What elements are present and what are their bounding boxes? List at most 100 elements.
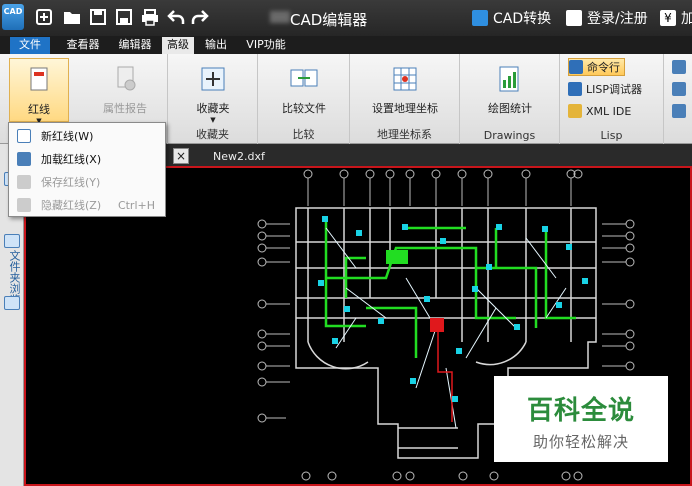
cad-convert-label: CAD转换 bbox=[493, 11, 552, 27]
favorites-label: 收藏夹 bbox=[196, 102, 230, 115]
login-label: 登录/注册 bbox=[587, 11, 648, 27]
sidebar-extra-icon[interactable] bbox=[4, 296, 20, 310]
undo-icon[interactable] bbox=[166, 8, 186, 28]
menu-item-label: 保存红线(Y) bbox=[41, 176, 101, 189]
group-compare: 比较文件 比较 bbox=[258, 54, 350, 144]
overflow-item-2[interactable] bbox=[672, 80, 690, 98]
load-redline-icon bbox=[17, 152, 31, 166]
redo-icon[interactable] bbox=[190, 8, 210, 28]
green-panel bbox=[386, 250, 408, 264]
cad-convert-icon bbox=[472, 10, 488, 26]
favorites-dropdown-arrow: ▼ bbox=[210, 116, 216, 124]
xml-ide-label: XML IDE bbox=[586, 104, 632, 118]
ribbon-tabs: 文件 查看器 编辑器 高级 输出 VIP功能 bbox=[0, 36, 692, 54]
property-report-button: 属性报告 bbox=[92, 64, 158, 116]
menu-item-load-redline[interactable]: 加载红线(X) bbox=[9, 148, 165, 170]
axis-grid-bottom bbox=[301, 471, 583, 481]
drawing-stats-label: 绘图统计 bbox=[488, 102, 532, 115]
lisp-debugger-label: LISP调试器 bbox=[586, 83, 642, 96]
menu-item-shortcut: Ctrl+H bbox=[117, 198, 155, 212]
tab-file[interactable]: 文件 bbox=[10, 37, 50, 54]
save-as-icon[interactable] bbox=[114, 8, 134, 28]
axis-grid-top bbox=[303, 169, 583, 206]
save-redline-icon bbox=[17, 175, 31, 189]
menu-item-label: 加载红线(X) bbox=[41, 153, 102, 166]
watermark-subtitle: 助你轻松解决 bbox=[532, 433, 629, 451]
close-tab-icon[interactable]: × bbox=[173, 148, 189, 164]
group-drawings: 绘图统计 Drawings bbox=[460, 54, 560, 144]
user-icon bbox=[566, 10, 582, 26]
compare-icon bbox=[289, 64, 319, 94]
overflow-icon-2 bbox=[672, 82, 686, 96]
compare-group-label: 比较 bbox=[292, 128, 315, 141]
favorites-button[interactable]: 收藏夹 ▼ bbox=[178, 64, 248, 124]
save-icon[interactable] bbox=[88, 8, 108, 28]
compare-file-label: 比较文件 bbox=[282, 102, 326, 115]
overflow-item-3[interactable] bbox=[672, 102, 690, 120]
command-line-icon bbox=[569, 60, 583, 74]
print-icon[interactable] bbox=[140, 8, 160, 28]
compare-file-button[interactable]: 比较文件 bbox=[268, 64, 340, 116]
xml-ide-icon bbox=[568, 104, 582, 118]
command-line-label: 命令行 bbox=[587, 61, 620, 74]
group-lisp: 命令行 LISP调试器 XML IDE Lisp bbox=[560, 54, 664, 144]
property-report-label: 属性报告 bbox=[103, 102, 147, 115]
cad-editor-window: CAD CAD编辑器 CAD转换 登录/注册 ¥ 加 文件 查看器 编辑器 高级… bbox=[0, 0, 692, 486]
menu-item-label: 隐藏红线(Z) bbox=[41, 199, 102, 212]
geo-group-label: 地理坐标系 bbox=[377, 128, 432, 141]
geo-grid-icon bbox=[390, 64, 420, 94]
devices-cyan bbox=[318, 216, 588, 402]
redline-dropdown-menu: 新红线(W) 加载红线(X) 保存红线(Y) 隐藏红线(Z) Ctrl+H bbox=[8, 122, 166, 217]
title-bar: CAD CAD编辑器 CAD转换 登录/注册 ¥ 加 bbox=[0, 0, 692, 36]
open-folder-icon[interactable] bbox=[62, 8, 82, 28]
drawing-stats-button[interactable]: 绘图统计 bbox=[472, 64, 548, 116]
tab-vip[interactable]: VIP功能 bbox=[238, 37, 294, 54]
redline-label: 红线 bbox=[28, 103, 50, 116]
redline-icon bbox=[24, 65, 54, 95]
overflow-icon-1 bbox=[672, 60, 686, 74]
red-panel bbox=[430, 318, 444, 332]
favorites-icon bbox=[198, 64, 228, 94]
command-line-button[interactable]: 命令行 bbox=[568, 58, 625, 76]
new-file-icon[interactable] bbox=[34, 8, 54, 28]
hide-redline-icon bbox=[17, 198, 31, 212]
app-logo-icon[interactable]: CAD bbox=[2, 4, 24, 30]
window-title: CAD编辑器 bbox=[290, 11, 368, 29]
new-redline-icon bbox=[17, 129, 31, 143]
menu-item-label: 新红线(W) bbox=[41, 130, 94, 143]
drawings-group-label: Drawings bbox=[483, 129, 536, 142]
favorites-group-label: 收藏夹 bbox=[196, 128, 229, 141]
lisp-group-label: Lisp bbox=[600, 129, 623, 142]
xml-ide-button[interactable]: XML IDE bbox=[568, 102, 631, 120]
folder-browser-icon[interactable] bbox=[4, 234, 20, 248]
menu-item-hide-redline: 隐藏红线(Z) Ctrl+H bbox=[9, 194, 165, 216]
property-report-icon bbox=[110, 64, 140, 94]
wiring-green bbox=[324, 216, 576, 358]
redline-button[interactable]: 红线 ▼ bbox=[9, 58, 69, 125]
set-geo-label: 设置地理坐标 bbox=[372, 102, 438, 115]
yen-icon: ¥ bbox=[660, 10, 676, 26]
group-overflow bbox=[664, 54, 692, 144]
lisp-debugger-button[interactable]: LISP调试器 bbox=[568, 80, 642, 98]
drawing-stats-icon bbox=[495, 64, 525, 94]
tab-advanced[interactable]: 高级 bbox=[162, 37, 194, 54]
watermark: 百科全说 助你轻松解决 bbox=[494, 376, 668, 462]
lisp-debugger-icon bbox=[568, 82, 582, 96]
blurred-brand bbox=[270, 11, 290, 23]
set-geo-button[interactable]: 设置地理坐标 bbox=[360, 64, 450, 116]
tab-viewer[interactable]: 查看器 bbox=[60, 37, 106, 54]
watermark-title: 百科全说 bbox=[526, 396, 635, 426]
overflow-item-1[interactable] bbox=[672, 58, 690, 76]
cad-convert-button[interactable]: CAD转换 bbox=[472, 8, 551, 28]
more-button[interactable]: ¥ 加 bbox=[660, 8, 692, 28]
group-geo: 设置地理坐标 地理坐标系 bbox=[350, 54, 460, 144]
login-button[interactable]: 登录/注册 bbox=[566, 8, 648, 28]
group-favorites: 收藏夹 ▼ 收藏夹 bbox=[168, 54, 258, 144]
menu-item-new-redline[interactable]: 新红线(W) bbox=[9, 125, 165, 147]
tab-output[interactable]: 输出 bbox=[200, 37, 232, 54]
document-tab[interactable]: New2.dxf bbox=[195, 148, 285, 166]
overflow-icon-3 bbox=[672, 104, 686, 118]
wiring-red bbox=[437, 332, 453, 422]
tab-editor[interactable]: 编辑器 bbox=[112, 37, 158, 54]
menu-item-save-redline: 保存红线(Y) bbox=[9, 171, 165, 193]
